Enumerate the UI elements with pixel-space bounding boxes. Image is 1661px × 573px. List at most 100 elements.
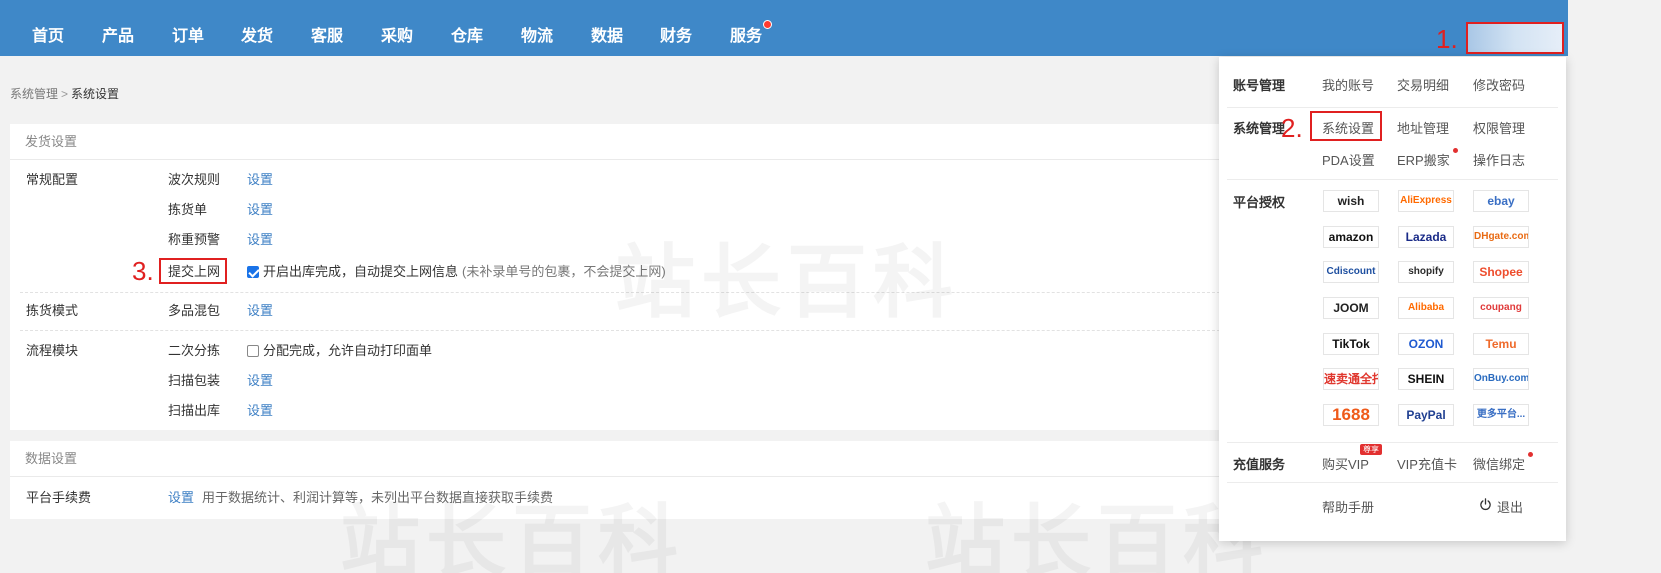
label-wave-rule: 波次规则 [168,172,221,187]
divider [20,330,1220,331]
dd-recharge-label: 充值服务 [1233,457,1286,472]
platform-tiktok[interactable]: TikTok [1323,333,1379,355]
platform-alibaba[interactable]: Alibaba [1398,297,1454,319]
label-second-sort: 二次分拣 [168,343,221,358]
dd-logout[interactable]: 退出 [1497,497,1523,516]
nav-products[interactable]: 产品 [102,0,134,56]
panel-title: 发货设置 [10,124,1270,160]
row-picking-list: 拣货单 设置 [10,198,1270,222]
label-submit-online: 提交上网 [168,264,221,279]
platform-onbuy-com[interactable]: OnBuy.com [1473,368,1529,390]
nav-data[interactable]: 数据 [591,0,623,56]
nav-services[interactable]: 服务 [730,0,773,56]
platform-fee-description: 用于数据统计、利润计算等，未列出平台数据直接获取手续费 [202,490,554,505]
submit-online-hint: (未补录单号的包裹，不会提交上网) [462,264,666,279]
second-sort-checkbox[interactable] [247,345,259,357]
platform-joom[interactable]: JOOM [1323,297,1379,319]
dd-change-password[interactable]: 修改密码 [1473,75,1525,94]
row-submit-online: 3. 提交上网 开启出库完成，自动提交上网信息 (未补录单号的包裹，不会提交上网… [10,256,1270,286]
group-label-regular: 常规配置 [26,172,79,187]
nav-finance[interactable]: 财务 [660,0,692,56]
dd-platforms-label: 平台授权 [1233,195,1286,210]
label-weight-warning: 称重预警 [168,232,221,247]
platform-coupang[interactable]: coupang [1473,297,1529,319]
account-menu-trigger[interactable] [1466,22,1564,54]
row-wave-rule: 常规配置 波次规则 设置 [10,168,1270,192]
top-nav-bar: 首页 产品 订单 发货 客服 采购 仓库 物流 数据 财务 服务 1. [0,0,1568,56]
platform-wish[interactable]: wish [1323,190,1379,212]
dd-system-label: 系统管理 [1233,121,1286,136]
group-label-picking-mode: 拣货模式 [26,303,79,318]
nav-purchasing[interactable]: 采购 [381,0,413,56]
platform-amazon[interactable]: amazon [1323,226,1379,248]
notification-dot [1528,452,1533,457]
nav-warehouse[interactable]: 仓库 [451,0,483,56]
platform-platform-20[interactable]: 更多平台... [1473,404,1529,426]
power-icon [1480,498,1491,511]
data-settings-panel: 数据设置 平台手续费 设置 用于数据统计、利润计算等，未列出平台数据直接获取手续… [10,441,1270,519]
shipping-settings-panel: 发货设置 常规配置 波次规则 设置 拣货单 设置 称重预警 设置 3. 提交上网… [10,124,1270,430]
breadcrumb-current: 系统设置 [71,87,120,101]
account-dropdown-menu: 账号管理 我的账号 交易明细 修改密码 系统管理 2. 系统设置 地址管理 权限… [1219,57,1566,541]
wave-rule-set-link[interactable]: 设置 [247,168,273,192]
platform-1688[interactable]: 1688 [1323,404,1379,426]
nav-shipping[interactable]: 发货 [241,0,273,56]
dd-vip-card[interactable]: VIP充值卡 [1397,454,1457,473]
panel-title: 数据设置 [10,441,1270,477]
platform-dhgate-com[interactable]: DHgate.com [1473,226,1529,248]
platform-shopee[interactable]: Shopee [1473,261,1529,283]
nav-orders[interactable]: 订单 [172,0,204,56]
breadcrumb-separator: > [61,87,69,101]
step-marker-1: 1. [1436,24,1458,54]
dd-pda-settings[interactable]: PDA设置 [1322,150,1375,169]
row-weight-warning: 称重预警 设置 [10,228,1270,252]
step-marker-3: 3. [132,256,154,286]
second-sort-text: 分配完成，允许自动打印面单 [263,343,433,358]
dd-permission-management[interactable]: 权限管理 [1473,118,1525,137]
step-marker-2: 2. [1281,113,1303,143]
scan-out-set-link[interactable]: 设置 [247,399,273,423]
platform-platform-15[interactable]: 速卖通全托管 [1323,368,1379,390]
dd-divider [1227,442,1558,443]
platform-lazada[interactable]: Lazada [1398,226,1454,248]
platform-ebay[interactable]: ebay [1473,190,1529,212]
submit-online-text: 开启出库完成，自动提交上网信息 [263,264,459,279]
platform-fee-set-link[interactable]: 设置 [168,486,194,510]
submit-online-checkbox[interactable] [247,266,259,278]
breadcrumb-parent[interactable]: 系统管理 [10,87,58,101]
dd-wechat-bind[interactable]: 微信绑定 [1473,454,1525,473]
platform-aliexpress[interactable]: AliExpress [1398,190,1454,212]
multi-item-set-link[interactable]: 设置 [247,299,273,323]
dd-help-manual[interactable]: 帮助手册 [1322,497,1374,516]
label-multi-item: 多品混包 [168,303,221,318]
nav-home[interactable]: 首页 [32,0,64,56]
nav-logistics[interactable]: 物流 [521,0,553,56]
label-scan-out: 扫描出库 [168,403,221,418]
platform-temu[interactable]: Temu [1473,333,1529,355]
second-sort-option: 分配完成，允许自动打印面单 [247,339,432,363]
dd-divider [1227,482,1558,483]
platform-ozon[interactable]: OZON [1398,333,1454,355]
dd-address-management[interactable]: 地址管理 [1397,118,1449,137]
label-picking-list: 拣货单 [168,202,208,217]
platform-shopify[interactable]: shopify [1398,261,1454,283]
dd-system-settings[interactable]: 系统设置 [1322,118,1374,137]
dd-transactions[interactable]: 交易明细 [1397,75,1449,94]
row-scan-pack: 扫描包装 设置 [10,369,1270,393]
dd-operation-log[interactable]: 操作日志 [1473,150,1525,169]
platform-paypal[interactable]: PayPal [1398,404,1454,426]
weight-warning-set-link[interactable]: 设置 [247,228,273,252]
dd-buy-vip[interactable]: 购买VIP [1322,454,1369,473]
nav-customer-service[interactable]: 客服 [311,0,343,56]
platform-cdiscount[interactable]: Cdiscount [1323,261,1379,283]
platform-shein[interactable]: SHEIN [1398,368,1454,390]
dd-erp-migration[interactable]: ERP搬家 [1397,150,1450,169]
breadcrumb: 系统管理 > 系统设置 [10,85,119,102]
dd-my-account[interactable]: 我的账号 [1322,75,1374,94]
picking-list-set-link[interactable]: 设置 [247,198,273,222]
dd-divider [1227,179,1558,180]
dd-account-label: 账号管理 [1233,78,1286,93]
submit-online-option: 开启出库完成，自动提交上网信息 (未补录单号的包裹，不会提交上网) [247,260,666,284]
scan-pack-set-link[interactable]: 设置 [247,369,273,393]
row-picking-mode: 拣货模式 多品混包 设置 [10,299,1270,323]
